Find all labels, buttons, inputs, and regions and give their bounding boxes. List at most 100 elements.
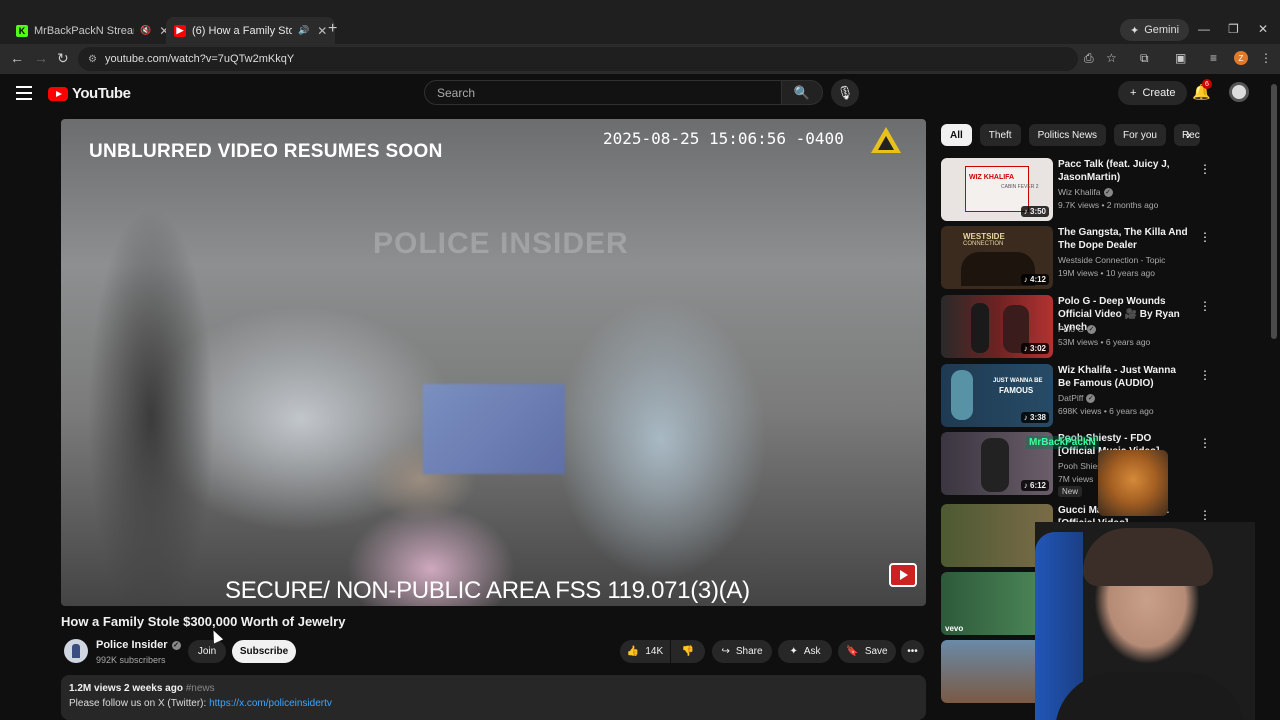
muted-icon[interactable]: 🔇 — [140, 25, 151, 36]
new-tab-icon[interactable]: + — [328, 20, 337, 38]
channel-name-row[interactable]: Police Insider ✓ — [96, 639, 181, 651]
more-options-icon[interactable]: ⋮ — [1199, 299, 1211, 313]
recommendation-title[interactable]: The Gangsta, The Killa And The Dope Deal… — [1058, 226, 1188, 252]
dislike-button[interactable]: 👎 — [671, 640, 705, 663]
chip-for-you[interactable]: For you — [1114, 124, 1166, 146]
more-options-icon[interactable]: ⋮ — [1199, 230, 1211, 244]
more-options-icon[interactable]: ⋮ — [1199, 162, 1211, 176]
chip-politics-news[interactable]: Politics News — [1028, 124, 1107, 146]
browser-menu-icon[interactable]: ⋮ — [1260, 51, 1272, 65]
bodycam-timestamp: 2025-08-25 15:06:56 -0400 — [603, 129, 844, 148]
channel-name[interactable]: Police Insider — [96, 639, 168, 651]
more-actions-icon[interactable]: ••• — [901, 640, 924, 663]
ask-label: Ask — [803, 646, 821, 657]
video-thumbnail[interactable]: JUST WANNA BE FAMOUS ♪ 3:38 — [941, 364, 1053, 427]
share-button[interactable]: ↪ Share — [712, 640, 772, 663]
recommendation-item[interactable]: JUST WANNA BE FAMOUS ♪ 3:38 Wiz Khalifa … — [941, 364, 1241, 428]
close-tab-icon[interactable]: ✕ — [317, 24, 327, 38]
tab-title: MrBackPackN Stream - Wa — [34, 24, 134, 37]
recommendation-channel[interactable]: Polo G ✓ — [1058, 324, 1096, 334]
reload-icon[interactable]: ↻ — [57, 50, 69, 67]
more-options-icon[interactable]: ⋮ — [1199, 436, 1211, 450]
new-badge: New — [1058, 486, 1083, 497]
site-info-icon[interactable]: ⚙ — [88, 54, 97, 65]
filter-chips: All Theft Politics News For you Rec — [941, 124, 1200, 146]
extensions-icon[interactable]: ⧉ — [1140, 51, 1149, 66]
minimize-icon[interactable]: — — [1198, 22, 1210, 36]
gemini-button[interactable]: ✦ Gemini — [1120, 19, 1190, 41]
media-icon[interactable]: ≡ — [1210, 51, 1217, 65]
recommendation-title[interactable]: Pacc Talk (feat. Juicy J, JasonMartin) — [1058, 158, 1188, 184]
verified-check-icon: ✓ — [1086, 393, 1096, 403]
recommendation-item[interactable]: WIZ KHALIFA CABIN FEVER 2 ♪ 3:50 Pacc Ta… — [941, 158, 1241, 222]
chevron-right-icon[interactable]: › — [1186, 126, 1191, 142]
vevo-label: vevo — [945, 624, 964, 633]
channel-watermark-button[interactable] — [889, 563, 917, 587]
chip-all[interactable]: All — [941, 124, 972, 146]
bookmark-star-icon[interactable]: ☆ — [1106, 51, 1117, 65]
split-view-icon[interactable]: ▣ — [1175, 51, 1186, 65]
recommendation-channel[interactable]: DatPiff ✓ — [1058, 393, 1096, 403]
channel-label[interactable]: DatPiff — [1058, 393, 1083, 403]
address-bar[interactable]: ⚙ youtube.com/watch?v=7uQTw2mKkqY — [78, 47, 1078, 71]
gemini-label: Gemini — [1144, 24, 1180, 36]
ask-button[interactable]: ✦ Ask — [778, 640, 832, 663]
browser-tab-stream[interactable]: K MrBackPackN Stream - Wa 🔇 ✕ — [8, 17, 177, 44]
profile-avatar[interactable]: Z — [1234, 51, 1248, 65]
youtube-logo[interactable]: YouTube — [48, 85, 131, 102]
hamburger-menu-icon[interactable] — [16, 86, 32, 104]
browser-tab-youtube[interactable]: ▶ (6) How a Family Stole $30 🔊 ✕ — [166, 17, 336, 44]
subscribe-button[interactable]: Subscribe — [232, 640, 296, 663]
youtube-header: YouTube Search 🔍 🎙 + Create 🔔 6 — [0, 74, 1270, 114]
share-label: Share — [735, 646, 763, 657]
save-label: Save — [864, 646, 888, 657]
url-text: youtube.com/watch?v=7uQTw2mKkqY — [104, 53, 295, 65]
tiger-emote — [1098, 450, 1168, 516]
streamer-hair — [1083, 528, 1213, 586]
duration-badge: ♪ 3:38 — [1020, 412, 1049, 423]
browser-tab-bar: K MrBackPackN Stream - Wa 🔇 ✕ ▶ (6) How … — [0, 0, 1280, 44]
recommendation-item[interactable]: WESTSIDE CONNECTION ♪ 4:12 The Gangsta, … — [941, 226, 1241, 290]
description-line: Please follow us on X (Twitter): https:/… — [69, 698, 918, 709]
channel-label[interactable]: Polo G — [1058, 324, 1084, 334]
subscriber-count: 992K subscribers — [96, 655, 166, 665]
video-thumbnail[interactable]: ♪ 3:02 — [941, 295, 1053, 358]
save-button[interactable]: 🔖 Save — [838, 640, 896, 663]
duration-badge: ♪ 4:12 — [1020, 274, 1049, 285]
search-input[interactable]: Search — [424, 80, 782, 105]
twitter-link[interactable]: https://x.com/policeinsidertv — [209, 698, 332, 709]
chip-theft[interactable]: Theft — [979, 124, 1021, 146]
account-avatar[interactable] — [1229, 82, 1249, 102]
video-player[interactable]: UNBLURRED VIDEO RESUMES SOON 2025-08-25 … — [61, 119, 926, 606]
recommendation-channel[interactable]: Westside Connection - Topic — [1058, 255, 1165, 265]
thumbs-down-icon: 👎 — [681, 646, 695, 657]
video-thumbnail[interactable]: WIZ KHALIFA CABIN FEVER 2 ♪ 3:50 — [941, 158, 1053, 221]
verified-check-icon: ✓ — [1103, 187, 1113, 197]
like-button[interactable]: 👍 14K — [620, 640, 670, 663]
description-box[interactable]: 1.2M views 2 weeks ago #news Please foll… — [61, 675, 926, 720]
maximize-icon[interactable]: ❐ — [1228, 22, 1239, 36]
webcam-overlay — [1035, 522, 1255, 720]
hashtag-link[interactable]: #news — [186, 683, 215, 694]
share-arrow-icon: ↪ — [721, 646, 730, 657]
back-icon[interactable]: ← — [10, 50, 24, 66]
browser-toolbar: ← → ↻ ⚙ youtube.com/watch?v=7uQTw2mKkqY … — [0, 44, 1280, 74]
create-button[interactable]: + Create — [1118, 81, 1188, 105]
microphone-icon[interactable]: 🎙 — [831, 79, 859, 107]
channel-avatar[interactable] — [64, 639, 88, 663]
install-app-icon[interactable]: ⎙ — [1084, 51, 1094, 66]
scrollbar[interactable] — [1271, 84, 1277, 339]
recommendation-channel[interactable]: Wiz Khalifa ✓ — [1058, 187, 1113, 197]
recommendation-title[interactable]: Wiz Khalifa - Just Wanna Be Famous (AUDI… — [1058, 364, 1188, 390]
recommendation-item[interactable]: ♪ 3:02 Polo G - Deep Wounds Official Vid… — [941, 295, 1241, 359]
channel-label[interactable]: Wiz Khalifa — [1058, 187, 1101, 197]
close-window-icon[interactable]: ✕ — [1258, 22, 1268, 36]
more-options-icon[interactable]: ⋮ — [1199, 508, 1211, 522]
forward-icon[interactable]: → — [34, 50, 48, 66]
search-icon[interactable]: 🔍 — [781, 80, 823, 105]
audio-playing-icon[interactable]: 🔊 — [298, 25, 309, 36]
join-button[interactable]: Join — [188, 640, 226, 663]
video-thumbnail[interactable]: WESTSIDE CONNECTION ♪ 4:12 — [941, 226, 1053, 289]
notifications-bell-icon[interactable]: 🔔 6 — [1192, 79, 1212, 101]
more-options-icon[interactable]: ⋮ — [1199, 368, 1211, 382]
